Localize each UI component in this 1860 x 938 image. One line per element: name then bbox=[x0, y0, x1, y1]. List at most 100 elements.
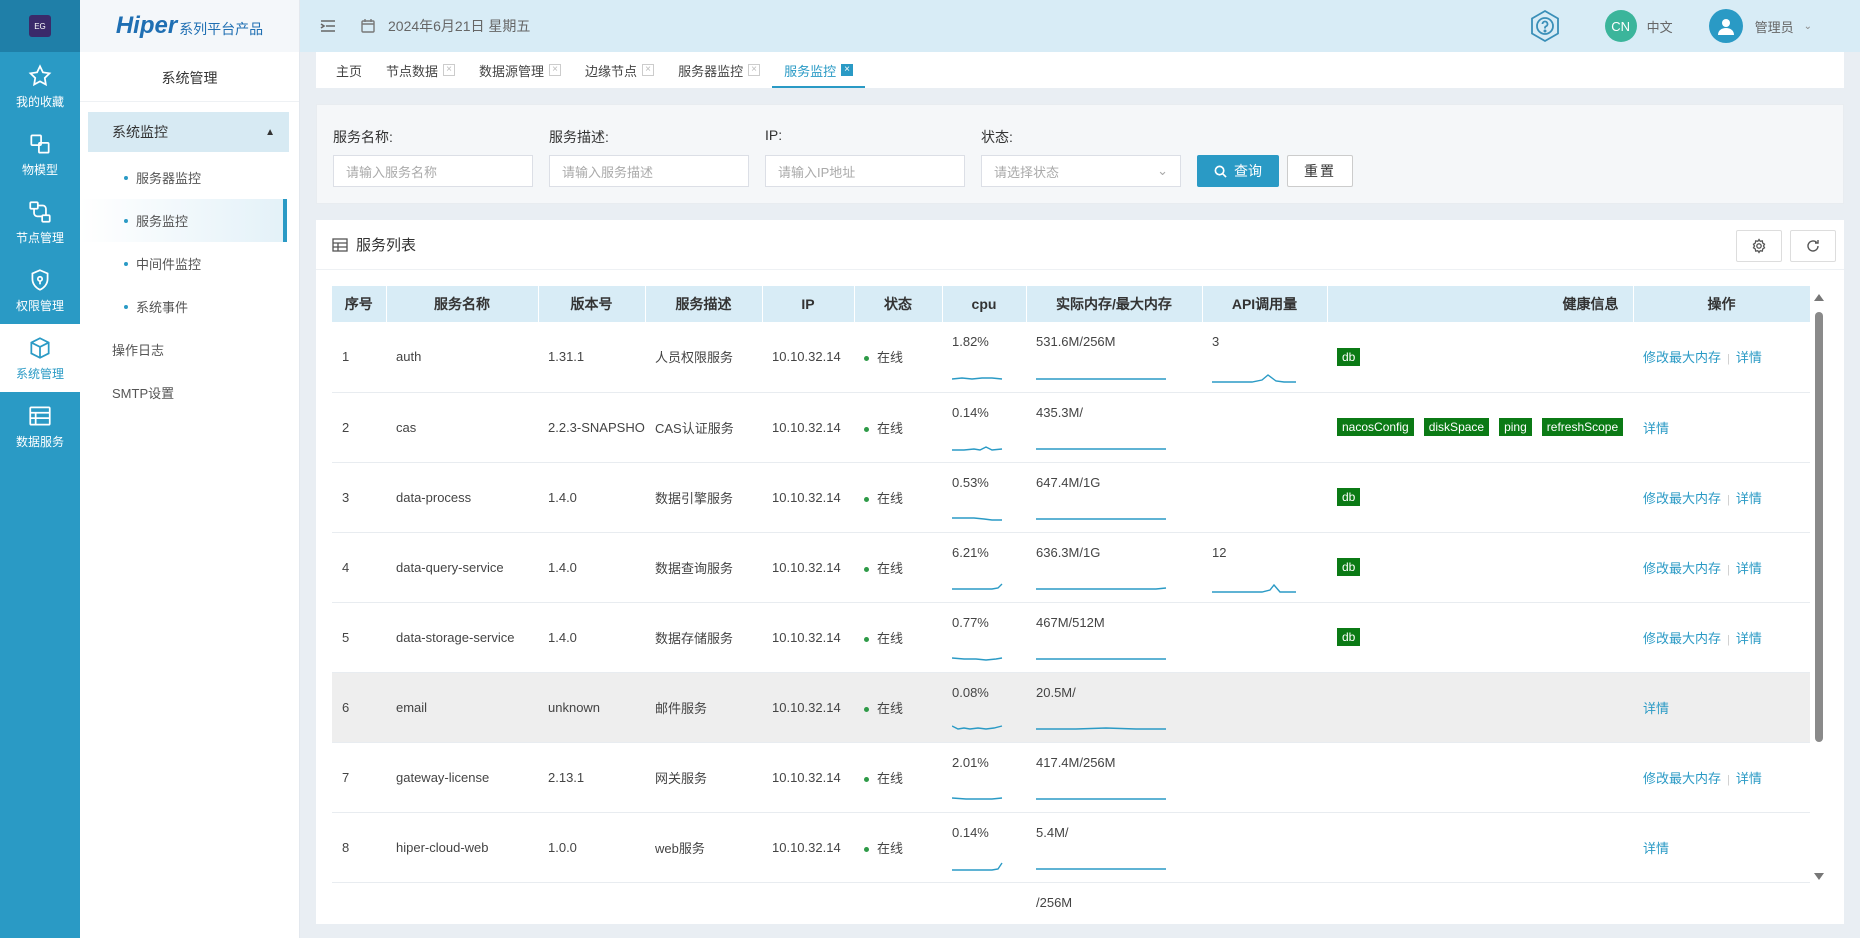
edit-max-memory-link[interactable]: 修改最大内存 bbox=[1643, 350, 1721, 365]
sidebar-item-label: 服务器监控 bbox=[136, 171, 202, 186]
rail-label: 权限管理 bbox=[15, 298, 64, 313]
cell-no: 5 bbox=[332, 602, 386, 673]
detail-link[interactable]: 详情 bbox=[1643, 421, 1669, 436]
app-logo[interactable]: EG bbox=[0, 0, 80, 52]
scroll-thumb[interactable] bbox=[1815, 312, 1823, 742]
cell-status: 在线 bbox=[854, 462, 942, 533]
cell-service-name: data-query-service bbox=[386, 532, 538, 603]
language-badge[interactable]: CN bbox=[1604, 10, 1637, 42]
cube-icon bbox=[30, 336, 50, 359]
service-desc-input[interactable]: 请输入服务描述 bbox=[549, 155, 749, 187]
menu-toggle-icon[interactable] bbox=[318, 16, 338, 36]
edit-max-memory-link[interactable]: 修改最大内存 bbox=[1643, 771, 1721, 786]
table-row[interactable]: 8 hiper-cloud-web 1.0.0 web服务 10.10.32.14 在线 0… bbox=[332, 812, 1810, 883]
col-header: 服务名称 bbox=[386, 286, 539, 322]
rail-item-nodes[interactable]: 节点管理 bbox=[0, 188, 80, 256]
page-tabs: 主页 节点数据 × 数据源管理 × 边缘节点 × 服务器监控 × 服务监控 × bbox=[316, 52, 1844, 88]
detail-link[interactable]: 详情 bbox=[1736, 561, 1762, 576]
query-button[interactable]: 查询 bbox=[1197, 155, 1279, 187]
tab-node-data[interactable]: 节点数据 × bbox=[374, 52, 467, 88]
table-row[interactable]: 3 data-process 1.4.0 数据引擎服务 10.10.32.14 在线 0.5… bbox=[332, 462, 1810, 533]
help-icon[interactable] bbox=[1527, 8, 1563, 44]
close-icon[interactable]: × bbox=[642, 64, 655, 76]
table-row[interactable]: 4 data-query-service 1.4.0 数据查询服务 10.10.32.1… bbox=[332, 532, 1810, 603]
cell-no: 6 bbox=[332, 672, 386, 743]
table-row[interactable]: 2 cas 2.2.3-SNAPSHOT CAS认证服务 10.10.32.14 在线 0.… bbox=[332, 392, 1810, 463]
close-icon[interactable]: × bbox=[748, 64, 761, 76]
tab-server-monitor[interactable]: 服务器监控 × bbox=[666, 52, 772, 88]
detail-link[interactable]: 详情 bbox=[1736, 631, 1762, 646]
memory-value: 531.6M/256M bbox=[1036, 334, 1116, 349]
cell-version bbox=[538, 882, 645, 924]
close-icon[interactable]: × bbox=[443, 64, 456, 76]
cell-version: 1.4.0 bbox=[538, 532, 645, 603]
sidebar-item-service-monitor[interactable]: 服务监控 bbox=[80, 199, 287, 242]
detail-link[interactable]: 详情 bbox=[1643, 701, 1669, 716]
table-row[interactable]: 7 gateway-license 2.13.1 网关服务 10.10.32.14 在线 2… bbox=[332, 742, 1810, 813]
detail-link[interactable]: 详情 bbox=[1736, 491, 1762, 506]
ip-input[interactable]: 请输入IP地址 bbox=[765, 155, 965, 187]
tab-datasource[interactable]: 数据源管理 × bbox=[467, 52, 573, 88]
cell-health bbox=[1327, 882, 1633, 924]
separator: | bbox=[1727, 563, 1730, 576]
table-row[interactable]: /256M bbox=[332, 882, 1810, 924]
sidebar-group-system-monitor[interactable]: 系统监控 ▲ bbox=[88, 112, 289, 152]
chevron-down-icon: ⌄ bbox=[1157, 163, 1168, 178]
table-row[interactable]: 6 email unknown 邮件服务 10.10.32.14 在线 0.08% 20.5M… bbox=[332, 672, 1810, 743]
cell-memory: /256M bbox=[1026, 882, 1202, 924]
scroll-down-icon[interactable] bbox=[1814, 873, 1824, 880]
sidebar-item-smtp[interactable]: SMTP设置 bbox=[80, 371, 299, 414]
edit-max-memory-link[interactable]: 修改最大内存 bbox=[1643, 631, 1721, 646]
sidebar-item-operation-log[interactable]: 操作日志 bbox=[80, 328, 299, 371]
rail-item-model[interactable]: 物模型 bbox=[0, 120, 80, 188]
tab-edge-node[interactable]: 边缘节点 × bbox=[573, 52, 666, 88]
query-button-label: 查询 bbox=[1234, 163, 1262, 179]
service-list-panel: 服务列表 序号 服务名称 版本号 服务描述 IP 状态 cpu 实际内存/最大内… bbox=[316, 220, 1844, 924]
cell-service-name: hiper-cloud-web bbox=[386, 812, 538, 883]
detail-link[interactable]: 详情 bbox=[1643, 841, 1669, 856]
cell-no: 7 bbox=[332, 742, 386, 813]
status-select[interactable]: 请选择状态 ⌄ bbox=[981, 155, 1181, 187]
status-text: 在线 bbox=[877, 840, 904, 856]
refresh-button[interactable] bbox=[1790, 230, 1836, 262]
rail-item-permissions[interactable]: 权限管理 bbox=[0, 256, 80, 324]
tab-home[interactable]: 主页 bbox=[324, 52, 374, 88]
avatar[interactable] bbox=[1708, 9, 1743, 43]
sidebar-item-system-events[interactable]: 系统事件 bbox=[80, 285, 299, 328]
cell-status: 在线 bbox=[854, 742, 942, 813]
cell-ip: 10.10.32.14 bbox=[762, 812, 854, 883]
user-name[interactable]: 管理员 bbox=[1755, 17, 1794, 36]
cell-api-calls: 3 bbox=[1202, 322, 1327, 393]
edit-max-memory-link[interactable]: 修改最大内存 bbox=[1643, 561, 1721, 576]
reset-button[interactable]: 重置 bbox=[1287, 155, 1353, 187]
cell-service-name: gateway-license bbox=[386, 742, 538, 813]
cpu-sparkline bbox=[952, 445, 1003, 451]
column-settings-button[interactable] bbox=[1736, 230, 1782, 262]
sidebar-item-server-monitor[interactable]: 服务器监控 bbox=[80, 156, 299, 199]
sidebar-item-middleware-monitor[interactable]: 中间件监控 bbox=[80, 242, 299, 285]
rail-item-data[interactable]: 数据服务 bbox=[0, 392, 80, 460]
table-row[interactable]: 5 data-storage-service 1.4.0 数据存储服务 10.10.32… bbox=[332, 602, 1810, 673]
rail-item-favorites[interactable]: 我的收藏 bbox=[0, 52, 80, 120]
chevron-down-icon[interactable]: ⌄ bbox=[1804, 21, 1812, 32]
tab-label: 服务监控 bbox=[784, 63, 837, 79]
tab-service-monitor[interactable]: 服务监控 × bbox=[772, 52, 866, 88]
close-icon[interactable]: × bbox=[841, 64, 854, 76]
detail-link[interactable]: 详情 bbox=[1736, 771, 1762, 786]
rail-item-system[interactable]: 系统管理 bbox=[0, 324, 80, 392]
col-header: 实际内存/最大内存 bbox=[1026, 286, 1203, 322]
detail-link[interactable]: 详情 bbox=[1736, 350, 1762, 365]
table-row[interactable]: 1 auth 1.31.1 人员权限服务 10.10.32.14 在线 1.82% 531.6… bbox=[332, 322, 1810, 393]
edit-max-memory-link[interactable]: 修改最大内存 bbox=[1643, 491, 1721, 506]
user-icon bbox=[1717, 19, 1734, 35]
language-label[interactable]: 中文 bbox=[1647, 17, 1673, 36]
cell-service-name bbox=[386, 882, 538, 924]
scroll-up-icon[interactable] bbox=[1814, 294, 1824, 301]
status-text: 在线 bbox=[877, 630, 904, 646]
sidebar-item-label: 操作日志 bbox=[112, 343, 165, 358]
service-name-input[interactable]: 请输入服务名称 bbox=[333, 155, 533, 187]
search-icon bbox=[1214, 165, 1227, 178]
data-icon bbox=[29, 405, 51, 426]
table-scrollbar[interactable] bbox=[1814, 286, 1824, 880]
close-icon[interactable]: × bbox=[549, 64, 562, 76]
